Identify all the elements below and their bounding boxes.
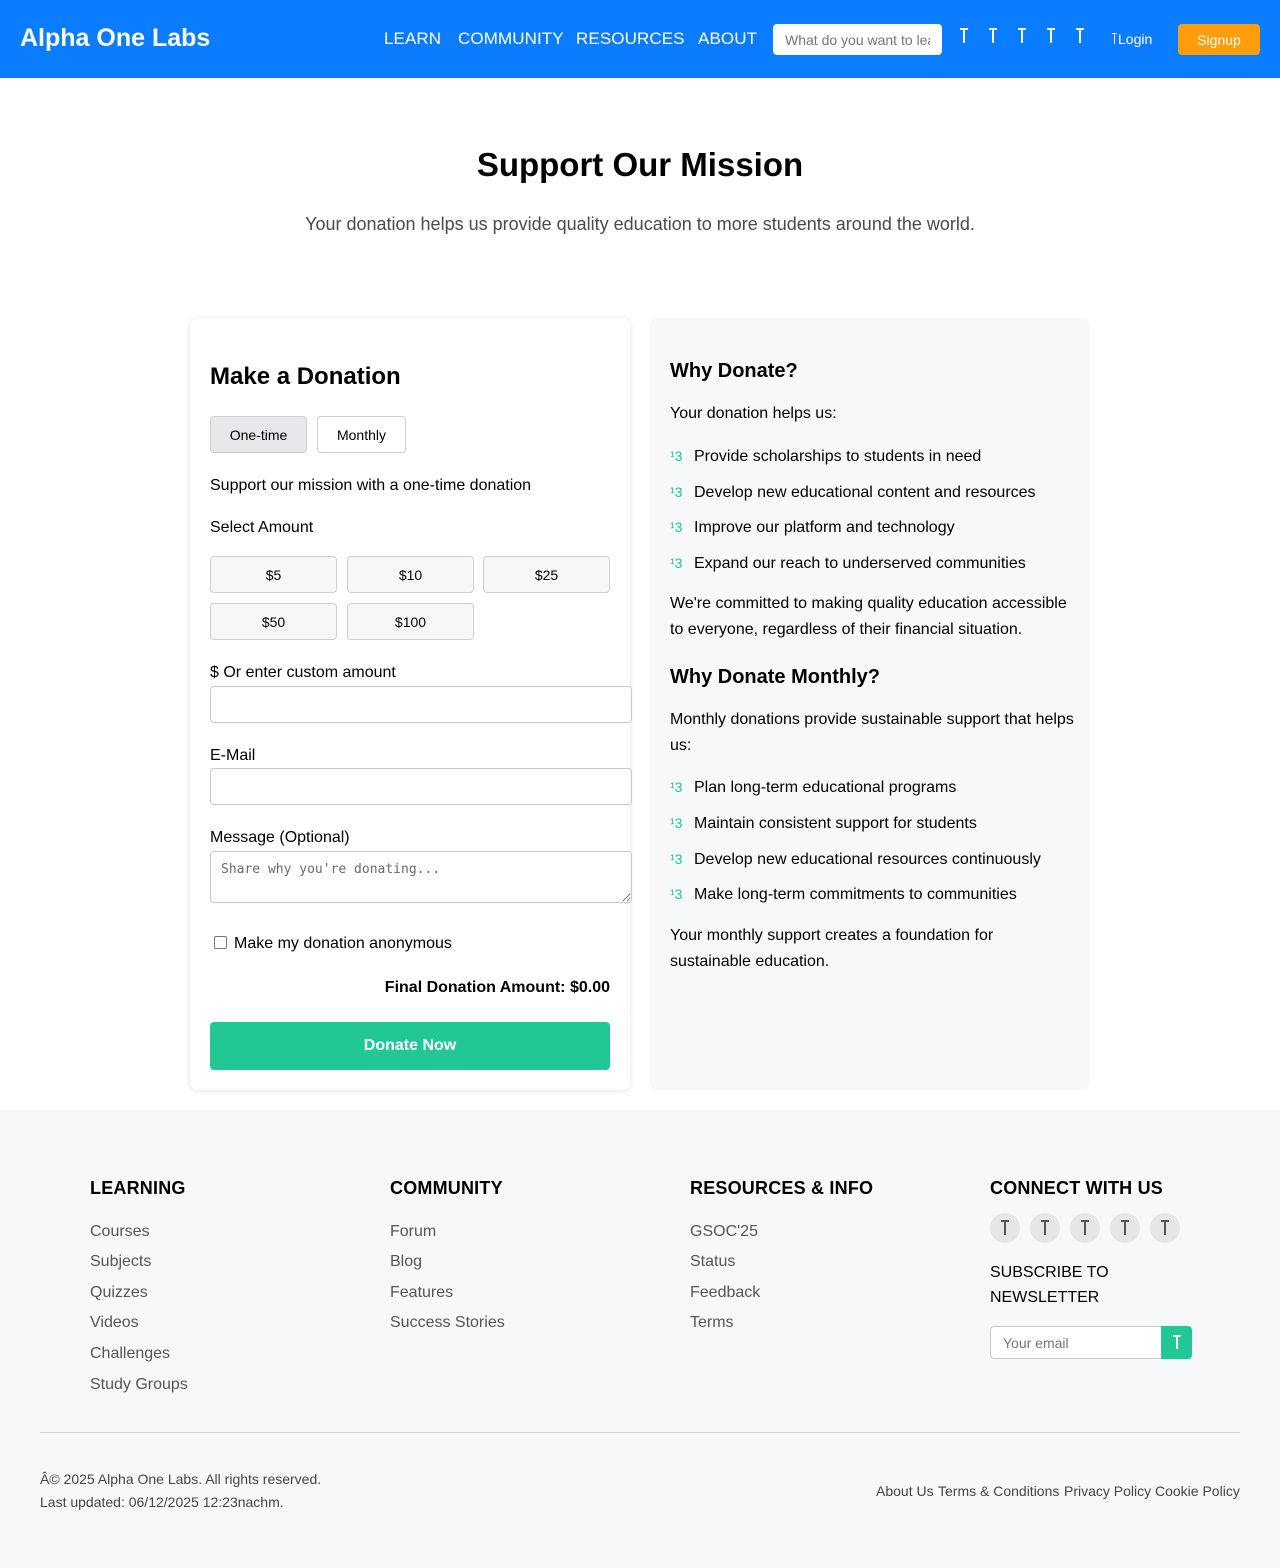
footer-link-study-groups[interactable]: Study Groups bbox=[90, 1376, 188, 1394]
list-item: ¹3 Provide scholarships to students in ne… bbox=[670, 448, 982, 465]
list-item: ¹3 Develop new educational resources cont… bbox=[670, 851, 1041, 868]
social-icon-1[interactable] bbox=[990, 1213, 1020, 1243]
check-icon: ¹3 bbox=[670, 484, 683, 500]
why-monthly-closing: Your monthly support creates a foundatio… bbox=[670, 927, 994, 970]
amount-25-button[interactable]: $25 bbox=[483, 556, 610, 593]
nav-icon-4[interactable] bbox=[1046, 26, 1056, 46]
amount-50-button[interactable]: $50 bbox=[210, 603, 337, 640]
check-icon: ¹3 bbox=[670, 555, 683, 571]
anonymous-label[interactable]: Make my donation anonymous bbox=[234, 935, 452, 953]
amount-100-button[interactable]: $100 bbox=[347, 603, 474, 640]
final-amount: Final Donation Amount: $0.00 bbox=[384, 979, 610, 996]
list-item: ¹3 Develop new educational content and re… bbox=[670, 484, 1036, 501]
amount-5-button[interactable]: $5 bbox=[210, 556, 337, 593]
footer-link-blog[interactable]: Blog bbox=[390, 1253, 422, 1271]
custom-amount-label: $ Or enter custom amount bbox=[210, 664, 396, 681]
nav-about[interactable]: ABOUT bbox=[698, 29, 757, 49]
donation-description: Support our mission with a one-time dona… bbox=[210, 477, 532, 494]
login-icon bbox=[1111, 32, 1118, 45]
top-navbar: Alpha One Labs LEARN COMMUNITY RESOURCES… bbox=[0, 0, 1280, 78]
footer-link-challenges[interactable]: Challenges bbox=[90, 1345, 170, 1363]
nav-resources[interactable]: RESOURCES bbox=[576, 29, 685, 49]
legal-link-cookie[interactable]: Cookie Policy bbox=[1155, 1483, 1240, 1499]
nav-icon-2[interactable] bbox=[988, 26, 998, 46]
footer-link-videos[interactable]: Videos bbox=[90, 1314, 139, 1332]
legal-link-about[interactable]: About Us bbox=[876, 1483, 934, 1499]
page-subtitle: Your donation helps us provide quality e… bbox=[305, 214, 975, 234]
footer-link-forum[interactable]: Forum bbox=[390, 1223, 436, 1241]
why-donate-closing: We're committed to making quality educat… bbox=[670, 595, 1067, 638]
newsletter-email-input[interactable] bbox=[990, 1326, 1162, 1359]
why-donate-intro: Your donation helps us: bbox=[670, 405, 837, 422]
footer-divider bbox=[40, 1432, 1240, 1433]
donate-now-button[interactable]: Donate Now bbox=[210, 1022, 610, 1070]
last-updated-text: Last updated: 06/12/2025 12:23nachm. bbox=[40, 1494, 284, 1510]
check-icon: ¹3 bbox=[670, 815, 683, 831]
legal-link-terms[interactable]: Terms & Conditions bbox=[938, 1483, 1059, 1499]
footer-link-quizzes[interactable]: Quizzes bbox=[90, 1284, 148, 1302]
login-label: Login bbox=[1118, 31, 1153, 47]
footer-link-status[interactable]: Status bbox=[690, 1253, 735, 1271]
why-donate-title: Why Donate? bbox=[670, 360, 798, 382]
footer-learning-title: LEARNING bbox=[90, 1178, 186, 1198]
search-input[interactable] bbox=[773, 24, 942, 55]
nav-learn[interactable]: LEARN bbox=[384, 29, 441, 49]
anonymous-checkbox[interactable] bbox=[214, 936, 227, 949]
email-field[interactable] bbox=[210, 768, 632, 805]
list-item: ¹3 Improve our platform and technology bbox=[670, 519, 955, 536]
one-time-button[interactable]: One-time bbox=[210, 416, 307, 453]
donation-card: Make a Donation One-time Monthly Support… bbox=[190, 318, 632, 1090]
nav-community[interactable]: COMMUNITY bbox=[458, 29, 564, 49]
legal-link-privacy[interactable]: Privacy Policy bbox=[1064, 1483, 1151, 1499]
why-donate-panel: Why Donate? Your donation helps us: ¹3 Pr… bbox=[650, 318, 1090, 1090]
email-label: E-Mail bbox=[210, 747, 256, 764]
why-monthly-title: Why Donate Monthly? bbox=[670, 666, 880, 688]
monthly-button[interactable]: Monthly bbox=[317, 416, 406, 453]
message-textarea[interactable] bbox=[210, 851, 632, 903]
footer-community-title: COMMUNITY bbox=[390, 1178, 503, 1198]
check-icon: ¹3 bbox=[670, 448, 683, 464]
signup-button[interactable]: Signup bbox=[1178, 24, 1260, 55]
list-item: ¹3 Expand our reach to underserved commun… bbox=[670, 555, 1026, 572]
why-monthly-intro: Monthly donations provide sustainable su… bbox=[670, 711, 1074, 754]
check-icon: ¹3 bbox=[670, 519, 683, 535]
page-title: Support Our Mission bbox=[476, 146, 804, 183]
custom-amount-input[interactable] bbox=[210, 686, 632, 723]
footer-connect-title: CONNECT WITH US bbox=[990, 1178, 1163, 1198]
login-link[interactable]: Login bbox=[1111, 31, 1152, 47]
check-icon: ¹3 bbox=[670, 851, 683, 867]
footer-link-subjects[interactable]: Subjects bbox=[90, 1253, 151, 1271]
social-icon-5[interactable] bbox=[1150, 1213, 1180, 1243]
nav-icon-3[interactable] bbox=[1017, 26, 1027, 46]
subscribe-title: SUBSCRIBE TO NEWSLETTER bbox=[990, 1264, 1109, 1306]
message-label: Message (Optional) bbox=[210, 829, 350, 846]
check-icon: ¹3 bbox=[670, 886, 683, 902]
footer-resources-title: RESOURCES & INFO bbox=[690, 1178, 874, 1198]
footer-link-gsoc[interactable]: GSOC'25 bbox=[690, 1223, 758, 1241]
donation-title: Make a Donation bbox=[210, 363, 401, 390]
list-item: ¹3 Make long-term commitments to communit… bbox=[670, 886, 1017, 903]
social-icon-4[interactable] bbox=[1110, 1213, 1140, 1243]
social-icon-3[interactable] bbox=[1070, 1213, 1100, 1243]
footer: LEARNING Courses Subjects Quizzes Videos… bbox=[0, 1110, 1280, 1568]
footer-link-feedback[interactable]: Feedback bbox=[690, 1284, 760, 1302]
footer-link-courses[interactable]: Courses bbox=[90, 1223, 150, 1241]
brand-logo[interactable]: Alpha One Labs bbox=[20, 24, 210, 53]
list-item: ¹3 Plan long-term educational programs bbox=[670, 779, 957, 796]
select-amount-label: Select Amount bbox=[210, 519, 314, 536]
copyright-text: Â© 2025 Alpha One Labs. All rights reser… bbox=[40, 1471, 322, 1487]
check-icon: ¹3 bbox=[670, 779, 683, 795]
social-icon-2[interactable] bbox=[1030, 1213, 1060, 1243]
list-item: ¹3 Maintain consistent support for studen… bbox=[670, 815, 977, 832]
footer-link-terms[interactable]: Terms bbox=[690, 1314, 734, 1332]
footer-link-success-stories[interactable]: Success Stories bbox=[390, 1314, 505, 1332]
nav-icon-5[interactable] bbox=[1075, 26, 1085, 46]
newsletter-subscribe-button[interactable] bbox=[1161, 1326, 1192, 1359]
nav-icon-1[interactable] bbox=[959, 26, 969, 46]
amount-10-button[interactable]: $10 bbox=[347, 556, 474, 593]
footer-link-features[interactable]: Features bbox=[390, 1284, 453, 1302]
